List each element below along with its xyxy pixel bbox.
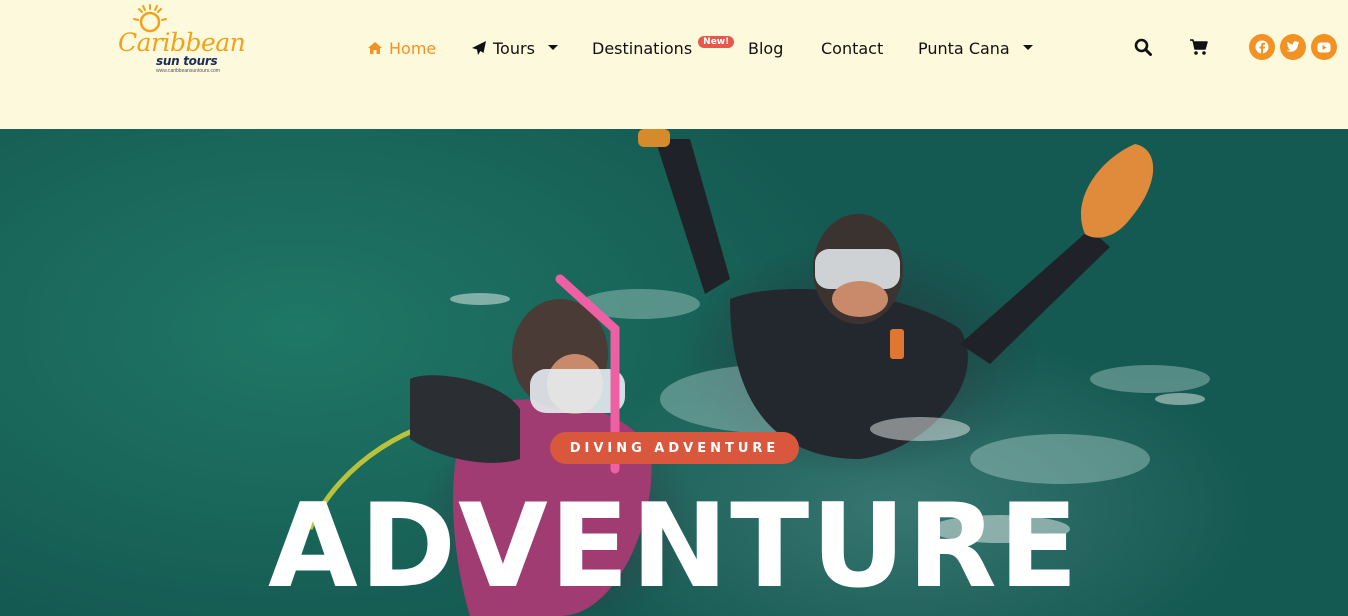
facebook-icon [1255,40,1269,54]
youtube-link[interactable] [1311,34,1337,60]
paper-plane-icon [472,41,486,55]
nav-item-label: Contact [821,38,884,58]
home-icon [368,42,382,54]
nav-item-label: Punta Cana [918,38,1010,58]
search-icon [1134,38,1152,56]
nav-item-label: Home [389,38,437,58]
twitter-icon [1286,41,1300,52]
nav-item-contact[interactable]: Contact [821,37,883,59]
hero-title: ADVENTURE [267,479,1081,614]
nav-item-label: Tours [493,38,535,58]
nav-item-tours[interactable]: Tours [471,37,559,59]
hero-category-tag[interactable]: DIVING ADVENTURE [550,432,799,464]
nav-item-label: Blog [748,38,784,58]
nav-item-label: Destinations [592,38,693,58]
nav-item-destinations[interactable]: Destinations New! [592,36,735,59]
search-button[interactable] [1132,36,1154,58]
nav-item-blog[interactable]: Blog [748,37,783,59]
twitter-link[interactable] [1280,34,1306,60]
nav-item-punta-cana[interactable]: Punta Cana [918,37,1034,59]
new-badge: New! [698,36,735,48]
cart-button[interactable] [1188,36,1210,58]
nav-item-home[interactable]: Home [367,37,436,59]
facebook-link[interactable] [1249,34,1275,60]
chevron-down-icon [547,45,558,50]
youtube-icon [1317,42,1331,52]
site-header: Caribbean sun tours www.caribbeansuntour… [0,0,1348,129]
cart-icon [1190,39,1208,55]
hero-banner: DIVING ADVENTURE ADVENTURE [0,129,1348,616]
chevron-down-icon [1022,45,1033,50]
